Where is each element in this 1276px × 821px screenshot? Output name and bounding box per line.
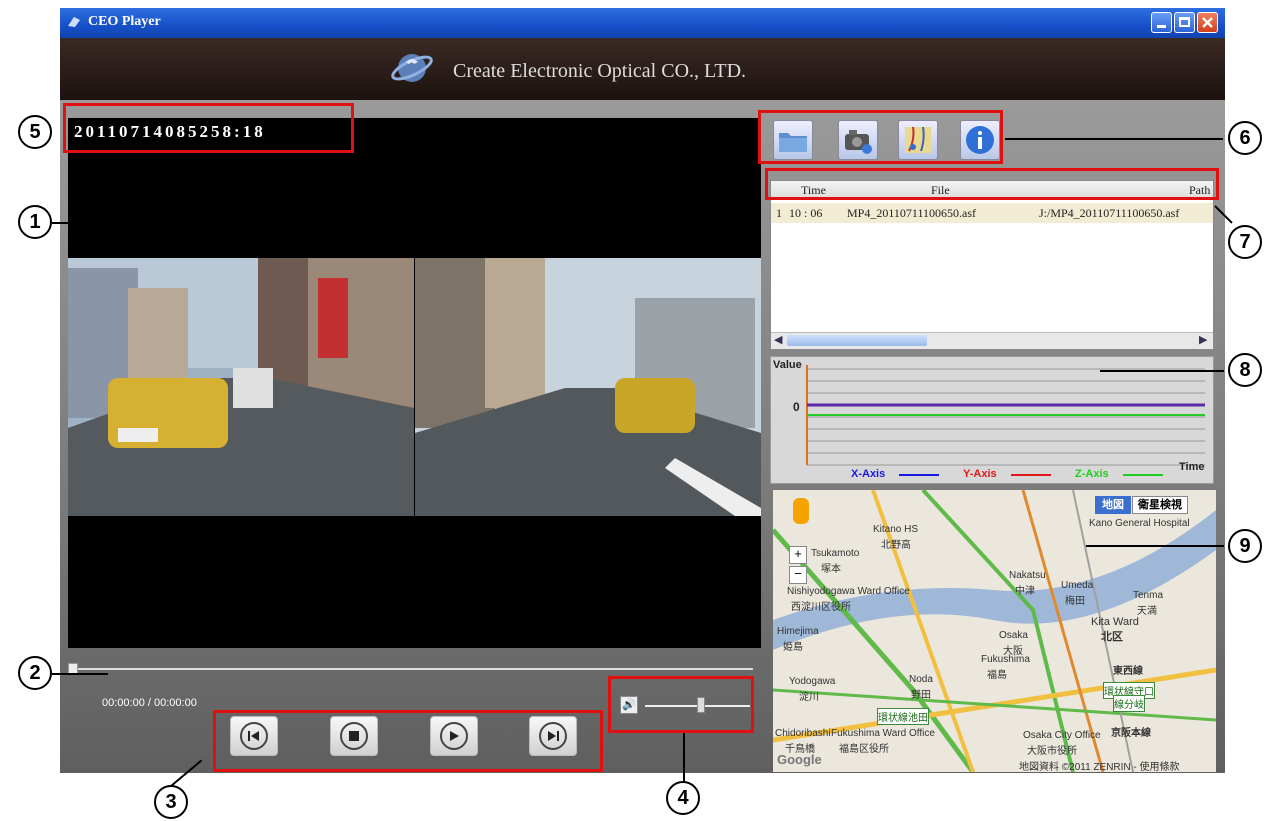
map-label: Tenma <box>1133 590 1164 601</box>
map-label: Tsukamoto <box>811 548 860 559</box>
callout-3: 3 <box>154 785 188 819</box>
annotation-box-timestamp <box>63 103 354 153</box>
annotation-box-playback <box>213 710 603 772</box>
map-type-map-button[interactable]: 地図 <box>1095 496 1131 514</box>
callout-5: 5 <box>18 115 52 149</box>
map-label: 姫島 <box>783 642 803 653</box>
gsensor-graph: Value 0 Time X-Axis Y-Axis Z-Axis <box>770 356 1214 484</box>
graph-xlabel: Time <box>1179 461 1205 473</box>
video-display[interactable]: 20110714085258:18 <box>68 118 761 648</box>
annotation-box-toolbar <box>758 110 1003 164</box>
legend-y-axis: Y-Axis <box>963 468 997 480</box>
google-logo[interactable]: Google <box>777 752 822 767</box>
callout-1: 1 <box>18 205 52 239</box>
map-label: Fukushima <box>981 654 1030 665</box>
street-view-pegman-icon[interactable] <box>793 498 809 524</box>
minimize-button[interactable] <box>1151 12 1172 33</box>
leader-line <box>683 733 685 781</box>
legend-x-axis: X-Axis <box>851 468 886 480</box>
map-label: Himejima <box>777 626 819 637</box>
callout-4: 4 <box>666 781 700 815</box>
title-bar: CEO Player <box>60 8 1225 38</box>
callout-6: 6 <box>1228 121 1262 155</box>
row-time: 10 : 06 <box>789 206 823 220</box>
legend-x-swatch <box>899 474 939 476</box>
camera-view-rear <box>415 258 761 516</box>
map-copyright[interactable]: 地図資料 ©2011 ZENRIN - 使用條款 <box>1019 758 1180 772</box>
annotation-box-table-header <box>765 168 1219 200</box>
map-label: 福島区役所 <box>839 744 889 755</box>
leader-line <box>1100 370 1224 372</box>
maximize-button[interactable] <box>1174 12 1195 33</box>
scroll-thumb[interactable] <box>787 335 927 346</box>
scroll-left-icon[interactable]: ◀ <box>774 333 782 346</box>
map-label: Chidoribashi <box>775 728 831 739</box>
map-label: 福島 <box>987 670 1007 681</box>
map-label: Yodogawa <box>789 676 836 687</box>
map-label: Umeda <box>1061 580 1094 591</box>
map-label: 淀川 <box>799 692 819 703</box>
app-logo-icon <box>68 17 80 27</box>
map-label: 環状線池田 <box>877 708 929 725</box>
map-label: 野田 <box>911 690 931 701</box>
annotation-box-volume <box>608 676 754 733</box>
close-button[interactable] <box>1197 12 1218 33</box>
map-label: 北区 <box>1101 631 1123 643</box>
zoom-out-button[interactable]: − <box>789 566 807 584</box>
table-horizontal-scrollbar[interactable]: ◀ ▶ <box>771 332 1213 349</box>
row-index: 1 <box>776 206 782 220</box>
company-name: Create Electronic Optical CO., LTD. <box>453 60 747 82</box>
company-globe-logo-icon <box>391 54 433 82</box>
map-label: Kitano HS <box>873 524 919 535</box>
callout-7: 7 <box>1228 225 1262 259</box>
map-label: Noda <box>909 674 933 685</box>
main-area: 20110714085258:18 00:00:00 / 00:00:00 🔊 … <box>60 100 1225 773</box>
leader-line <box>52 222 127 224</box>
seek-bar[interactable] <box>68 668 753 670</box>
map-label: 塚本 <box>821 564 841 575</box>
map-label: Fukushima Ward Office <box>831 728 935 739</box>
map-label: Kano General Hospital <box>1089 518 1190 529</box>
map-type-satellite-button[interactable]: 衛星検視 <box>1132 496 1188 514</box>
leader-line <box>1086 545 1224 547</box>
map-label: 大阪市役所 <box>1027 746 1077 757</box>
map-label: 天満 <box>1137 606 1157 617</box>
callout-2: 2 <box>18 656 52 690</box>
map-label: Nakatsu <box>1009 570 1046 581</box>
map-label: 西淀川区役所 <box>791 602 851 613</box>
zoom-in-button[interactable]: + <box>789 546 807 564</box>
scroll-right-icon[interactable]: ▶ <box>1199 333 1207 346</box>
callout-8: 8 <box>1228 353 1262 387</box>
callout-9: 9 <box>1228 529 1262 563</box>
close-icon <box>1202 17 1213 28</box>
map-label: 京阪本線 <box>1111 728 1151 739</box>
brand-banner: Create Electronic Optical CO., LTD. <box>60 38 1225 100</box>
window-title: CEO Player <box>88 14 161 29</box>
map-label: Osaka City Office <box>1023 730 1101 741</box>
legend-z-swatch <box>1123 474 1163 476</box>
time-display: 00:00:00 / 00:00:00 <box>102 697 197 709</box>
row-path: J:/MP4_20110711100650.asf <box>1039 206 1180 220</box>
file-list-table: Time File Path 1 10 : 06 MP4_20110711100… <box>770 180 1214 350</box>
map-label: Kita Ward <box>1091 616 1139 628</box>
map-label: 中津 <box>1015 586 1035 597</box>
map-label: 北野高 <box>881 540 911 551</box>
table-row[interactable]: 1 10 : 06 MP4_20110711100650.asf J:/MP4_… <box>771 203 1213 223</box>
map-label: 東西線 <box>1113 666 1143 677</box>
map-view[interactable]: + − 地図 衛星検視 Kitano HS 北野高 Tsukamoto 塚本 N… <box>773 490 1216 772</box>
map-label: Osaka <box>999 630 1028 641</box>
legend-y-swatch <box>1011 474 1051 476</box>
map-label: Nishiyodogawa Ward Office <box>787 586 910 597</box>
leader-line <box>1005 138 1223 140</box>
row-file: MP4_20110711100650.asf <box>847 206 976 220</box>
graph-ylabel: Value <box>773 359 802 371</box>
map-label: 線分岐 <box>1113 695 1145 712</box>
leader-line <box>52 673 108 675</box>
legend-z-axis: Z-Axis <box>1075 468 1109 480</box>
map-label: 梅田 <box>1065 596 1085 607</box>
graph-zero-label: 0 <box>793 400 800 414</box>
camera-view-front <box>68 258 414 516</box>
